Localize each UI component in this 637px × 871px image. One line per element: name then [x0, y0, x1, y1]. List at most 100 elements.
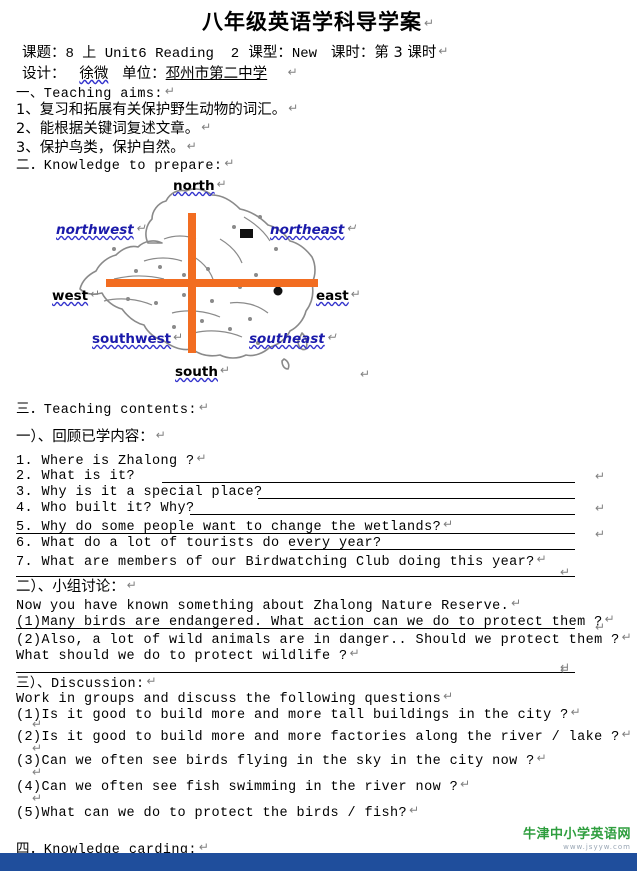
pilcrow-mark: ↵ [224, 156, 235, 170]
aim-text: 1、复习和拓展有关保护野生动物的词汇。 [16, 102, 287, 118]
pilcrow-mark: ↵ [198, 840, 210, 854]
group-discussion-item-3: What should we do to protect wildlife ? ↵ [16, 646, 360, 664]
pilcrow-mark: ↵ [32, 717, 43, 731]
pilcrow-mark: ↵ [560, 565, 571, 579]
watermark-text: 牛津中小学英语网 [522, 827, 631, 842]
pilcrow-mark: ↵ [409, 803, 420, 817]
pilcrow-mark: ↵ [90, 287, 101, 301]
unit-label: 单位： [122, 66, 166, 82]
review-question-1: 1. Where is Zhalong ? ↵ [16, 451, 207, 469]
period-label: 课时： [330, 45, 375, 61]
pilcrow-mark: ↵ [32, 765, 43, 779]
pilcrow-mark: ↵ [460, 777, 471, 791]
pilcrow-mark: ↵ [32, 791, 43, 805]
pilcrow-mark: ↵ [220, 363, 231, 377]
pilcrow-mark: ↵ [443, 689, 454, 703]
discussion-item-4: (4)Can we often see fish swimming in the… [16, 777, 471, 795]
heading-review: 一）、回顾已学内容： ↵ [16, 428, 166, 445]
pilcrow-mark: ↵ [621, 630, 633, 644]
type-label: 课型： [248, 45, 292, 61]
pilcrow-mark: ↵ [443, 517, 454, 531]
item-text: (4)Can we often see fish swimming in the… [16, 780, 459, 795]
heading-teaching-aims: 一、Teaching aims: ↵ [16, 84, 175, 102]
watermark-url: www.jsyyw.com [563, 843, 631, 851]
pilcrow-mark: ↵ [595, 469, 606, 483]
pilcrow-mark: ↵ [349, 646, 361, 660]
beijing-marker [240, 229, 253, 238]
answer-rule-gd-2 [16, 672, 575, 673]
item-text: What should we do to protect wildlife ? [16, 649, 348, 664]
pilcrow-mark: ↵ [173, 330, 184, 344]
aim-item-2: 2、能根据关键词复述文章。 ↵ [16, 120, 211, 137]
answer-rule-2 [162, 482, 575, 483]
pilcrow-mark: ↵ [438, 44, 449, 58]
pilcrow-mark: ↵ [350, 287, 361, 301]
pilcrow-mark: ↵ [216, 177, 227, 191]
map-label-southwest: southwest ↵ [92, 330, 184, 347]
pilcrow-mark: ↵ [146, 674, 157, 688]
pilcrow-mark: ↵ [186, 139, 197, 153]
aim-text: 3、保护鸟类，保护自然。 [16, 140, 185, 156]
document-page: 八年级英语学科导学案 ↵ 课题：8 上 Unit6 Reading 2 课型：Ne… [0, 0, 637, 871]
item-text: (5)What can we do to protect the birds /… [16, 806, 408, 821]
heading-teaching-contents: 三．Teaching contents: ↵ [16, 400, 209, 418]
review-question-4: 4. Who built it? Why? [16, 501, 195, 516]
discussion-item-1: (1)Is it good to build more and more tal… [16, 705, 581, 723]
type-value: New [291, 46, 318, 62]
china-map-svg [79, 188, 318, 370]
item-text: (1)Is it good to build more and more tal… [16, 708, 569, 723]
pilcrow-mark: ↵ [560, 663, 571, 677]
header-topic-line: 课题：8 上 Unit6 Reading 2 课型：New 课时：第 3 课时 ↵ [22, 41, 448, 62]
designer-value: 徐微 [79, 66, 109, 82]
answer-rule-3 [258, 498, 575, 499]
answer-rule-7 [16, 576, 575, 577]
pilcrow-mark: ↵ [198, 400, 210, 414]
pilcrow-mark: ↵ [511, 596, 522, 610]
cross-horizontal-bar [106, 279, 318, 287]
map-label-northwest: northwest ↵ [56, 221, 146, 238]
topic-value: 8 上 Unit6 Reading 2 [65, 46, 240, 62]
footer-bar [0, 853, 637, 871]
unit-value: 邳州市第二中学 [165, 66, 268, 82]
pilcrow-mark: ↵ [164, 84, 176, 98]
period-value: 第 3 课时 [374, 45, 437, 61]
pilcrow-mark: ↵ [595, 501, 606, 515]
item-text: (3)Can we often see birds flying in the … [16, 754, 535, 769]
answer-rule-5 [16, 533, 575, 534]
review-question-7: 7. What are members of our Birdwatching … [16, 552, 547, 570]
item-text: (2)Is it good to build more and more fac… [16, 730, 620, 745]
heading-text: 二）、小组讨论： [16, 579, 125, 595]
map-label-north: north ↵ [173, 177, 227, 194]
pilcrow-mark: ↵ [423, 16, 436, 30]
heading-text: 二．Knowledge to prepare: [16, 159, 223, 174]
heading-text: 一、Teaching aims: [16, 87, 163, 102]
pilcrow-mark: ↵ [326, 330, 337, 344]
pilcrow-mark: ↵ [536, 552, 548, 566]
pilcrow-mark: ↵ [126, 578, 137, 592]
page-title: 八年级英语学科导学案 ↵ [0, 6, 637, 36]
pilcrow-mark: ↵ [135, 221, 146, 235]
pilcrow-mark: ↵ [346, 221, 357, 235]
aim-text: 2、能根据关键词复述文章。 [16, 121, 200, 137]
pilcrow-mark: ↵ [32, 741, 43, 755]
map-label-southeast: southeast ↵ [249, 330, 337, 347]
question-text: 1. Where is Zhalong ? [16, 454, 195, 469]
pilcrow-mark: ↵ [155, 428, 166, 442]
answer-rule-6 [290, 549, 575, 550]
map-label-east: east ↵ [316, 287, 361, 304]
pilcrow-mark: ↵ [595, 527, 606, 541]
pilcrow-mark: ↵ [287, 65, 298, 79]
discussion-item-3: (3)Can we often see birds flying in the … [16, 751, 547, 769]
pilcrow-mark: ↵ [570, 705, 582, 719]
discussion-item-5: (5)What can we do to protect the birds /… [16, 803, 420, 821]
heading-group-discussion: 二）、小组讨论： ↵ [16, 578, 137, 595]
map-label-west: west ↵ [52, 287, 101, 304]
review-question-2: 2. What is it? [16, 469, 135, 484]
pilcrow-mark: ↵ [196, 451, 207, 465]
heading-text: 一）、回顾已学内容： [16, 429, 154, 445]
heading-knowledge-prepare: 二．Knowledge to prepare: ↵ [16, 156, 235, 174]
map-label-northeast: northeast ↵ [270, 221, 357, 238]
heading-text: 三．Teaching contents: [16, 403, 197, 418]
shanghai-marker [273, 286, 283, 296]
pilcrow-mark: ↵ [621, 727, 633, 741]
